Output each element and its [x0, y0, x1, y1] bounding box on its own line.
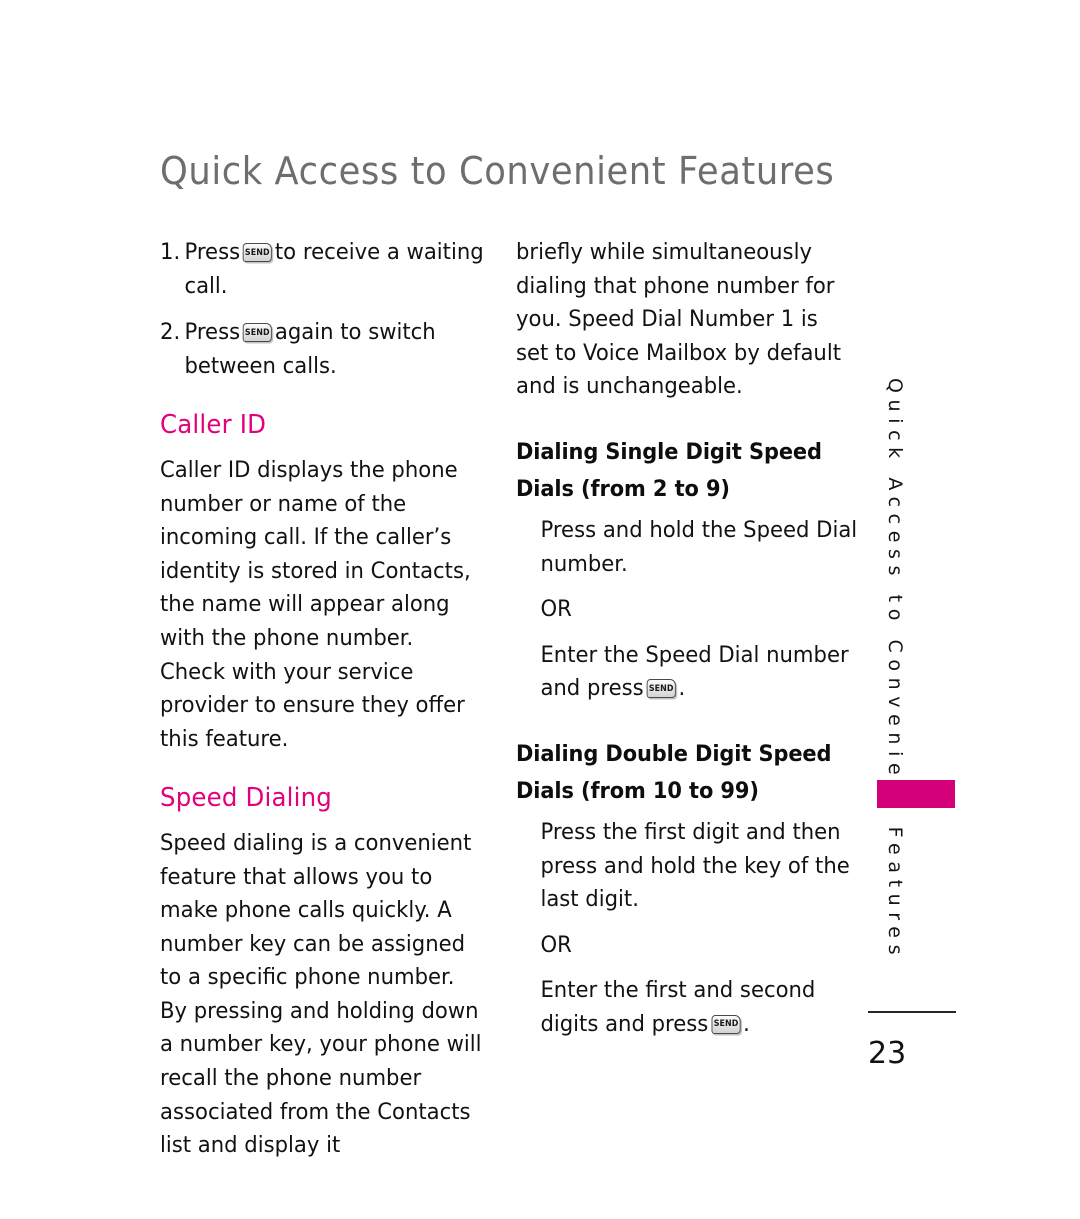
- double-digit-step-two-before: Enter the first and second digits and pr…: [540, 977, 816, 1037]
- section-heading-speed-dialing: Speed Dialing: [160, 783, 333, 814]
- subheading-double-digit-speed-dials: Dialing Double Digit Speed Dials (from 1…: [516, 740, 832, 804]
- single-digit-step-two-after: .: [678, 675, 686, 702]
- subheading-single-digit-speed-dials: Dialing Single Digit Speed Dials (from 2…: [516, 438, 822, 502]
- right-column: briefly while simultaneously dialing tha…: [516, 236, 857, 1054]
- list-item: 2. Press SEND again to switch between call…: [160, 316, 508, 383]
- side-tab-label: Quick Access to Convenient Features: [884, 378, 906, 962]
- send-key-icon: SEND: [711, 1014, 741, 1034]
- single-digit-step-two-before: Enter the Speed Dial number and press: [540, 641, 849, 702]
- send-key-label: SEND: [648, 683, 674, 695]
- list-item: 1. Press SEND to receive a waiting call.: [160, 236, 508, 303]
- page-number: 23: [868, 1036, 907, 1071]
- section-body-caller-id: Caller ID displays the phone number or n…: [160, 456, 471, 752]
- send-key-label: SEND: [713, 1018, 739, 1030]
- numbered-steps-list: 1. Press SEND to receive a waiting call. 2…: [160, 236, 485, 383]
- section-heading-caller-id: Caller ID: [160, 410, 267, 441]
- step-text-before: Press: [184, 239, 241, 265]
- single-digit-step-two: Enter the Speed Dial number and press SEN…: [516, 639, 869, 706]
- double-digit-step-one: Press the first digit and then press and…: [540, 818, 850, 913]
- page-title: Quick Access to Convenient Features: [160, 149, 835, 193]
- double-digit-or-label: OR: [540, 931, 572, 958]
- manual-page: Quick Access to Convenient Features 1. P…: [0, 0, 1080, 1219]
- step-number: 2.: [160, 319, 181, 346]
- send-key-icon: SEND: [646, 679, 676, 699]
- left-column: 1. Press SEND to receive a waiting call. 2…: [160, 236, 485, 1163]
- section-body-speed-dialing: Speed dialing is a convenient feature th…: [160, 829, 482, 1159]
- side-tab-color-block: [877, 780, 955, 808]
- send-key-icon: SEND: [242, 243, 273, 262]
- footer-divider: [868, 1011, 956, 1013]
- double-digit-step-two-after: .: [743, 1010, 750, 1037]
- single-digit-or-label: OR: [540, 596, 572, 623]
- step-number: 1.: [160, 239, 181, 265]
- single-digit-step-one: Press and hold the Speed Dial number.: [540, 516, 858, 577]
- send-key-label: SEND: [245, 326, 270, 338]
- continuation-paragraph: briefly while simultaneously dialing tha…: [516, 239, 842, 400]
- double-digit-step-two: Enter the first and second digits and pr…: [516, 974, 869, 1041]
- send-key-icon: SEND: [242, 323, 273, 343]
- send-key-label: SEND: [245, 246, 270, 258]
- step-text-before: Press: [184, 319, 241, 346]
